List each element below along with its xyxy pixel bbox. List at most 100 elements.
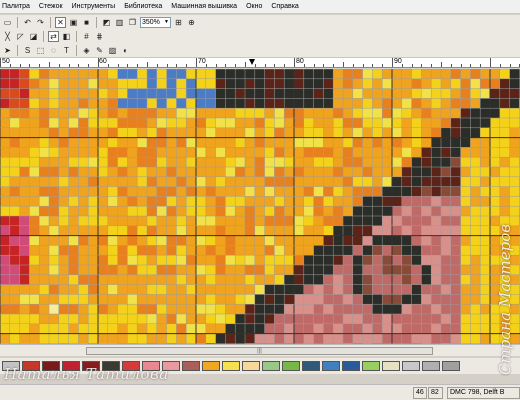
stitch-cell[interactable]	[49, 88, 59, 99]
stitch-cell[interactable]	[411, 284, 422, 295]
stitch-cell[interactable]	[245, 69, 255, 79]
stitch-cell[interactable]	[313, 167, 324, 177]
stitch-cell[interactable]	[254, 216, 265, 226]
stitch-cell[interactable]	[186, 216, 196, 226]
stitch-cell[interactable]	[147, 118, 157, 128]
stitch-cell[interactable]	[205, 98, 216, 109]
stitch-cell[interactable]	[294, 186, 304, 197]
stitch-cell[interactable]	[58, 98, 69, 109]
stitch-cell[interactable]	[9, 323, 20, 334]
stitch-cell[interactable]	[225, 108, 236, 118]
stitch-cell[interactable]	[509, 78, 520, 89]
stitch-cell[interactable]	[480, 323, 490, 334]
stitch-cell[interactable]	[470, 304, 481, 314]
stitch-cell[interactable]	[107, 216, 118, 226]
stitch-cell[interactable]	[254, 137, 265, 148]
stitch-cell[interactable]	[19, 255, 30, 265]
stitch-cell[interactable]	[19, 69, 30, 79]
stitch-cell[interactable]	[352, 176, 363, 187]
stitch-cell[interactable]	[166, 137, 177, 148]
stitch-cell[interactable]	[205, 265, 216, 275]
stitch-cell[interactable]	[313, 196, 324, 207]
stitch-cell[interactable]	[421, 98, 432, 109]
stitch-cell[interactable]	[186, 88, 196, 99]
stitch-cell[interactable]	[127, 69, 138, 79]
stitch-cell[interactable]	[352, 225, 363, 236]
stitch-cell[interactable]	[294, 333, 304, 344]
stitch-cell[interactable]	[225, 167, 236, 177]
stitch-cell[interactable]	[225, 157, 236, 167]
stitch-cell[interactable]	[0, 147, 10, 158]
stitch-cell[interactable]	[421, 137, 432, 148]
stitch-cell[interactable]	[58, 314, 69, 324]
stitch-cell[interactable]	[411, 323, 422, 334]
stitch-cell[interactable]	[401, 323, 412, 334]
half-stitch-icon[interactable]: ◩	[101, 17, 112, 28]
stitch-cell[interactable]	[254, 294, 265, 305]
stitch-cell[interactable]	[9, 304, 20, 314]
stitch-cell[interactable]	[284, 98, 294, 109]
stitch-cell[interactable]	[450, 69, 461, 79]
stitch-cell[interactable]	[382, 235, 392, 246]
stitch-cell[interactable]	[107, 333, 118, 344]
color-swap-icon[interactable]: ⇄	[48, 30, 59, 42]
stitch-cell[interactable]	[333, 196, 343, 207]
stitch-cell[interactable]	[137, 284, 147, 295]
stitch-cell[interactable]	[450, 167, 461, 177]
stitch-cell[interactable]	[186, 186, 196, 197]
stitch-cell[interactable]	[0, 127, 10, 138]
stitch-cell[interactable]	[58, 147, 69, 158]
stitch-cell[interactable]	[294, 274, 304, 285]
stitch-cell[interactable]	[431, 294, 441, 305]
stitch-cell[interactable]	[294, 245, 304, 256]
stitch-cell[interactable]	[58, 216, 69, 226]
stitch-cell[interactable]	[441, 323, 451, 334]
stitch-cell[interactable]	[254, 88, 265, 99]
stitch-cell[interactable]	[19, 157, 30, 167]
stitch-cell[interactable]	[225, 186, 236, 197]
stitch-cell[interactable]	[49, 78, 59, 89]
stitch-cell[interactable]	[392, 255, 402, 265]
stitch-cell[interactable]	[264, 147, 275, 158]
stitch-cell[interactable]	[107, 255, 118, 265]
stitch-cell[interactable]	[284, 167, 294, 177]
stitch-cell[interactable]	[382, 118, 392, 128]
stitch-cell[interactable]	[166, 274, 177, 285]
stitch-cell[interactable]	[39, 225, 49, 236]
stitch-cell[interactable]	[254, 186, 265, 197]
stitch-cell[interactable]	[480, 206, 490, 216]
stitch-cell[interactable]	[245, 304, 255, 314]
stitch-cell[interactable]	[303, 98, 314, 109]
stitch-cell[interactable]	[127, 176, 138, 187]
stitch-cell[interactable]	[0, 216, 10, 226]
stitch-cell[interactable]	[186, 157, 196, 167]
stitch-cell[interactable]	[176, 88, 187, 99]
stitch-cell[interactable]	[166, 294, 177, 305]
stitch-cell[interactable]	[460, 206, 471, 216]
stitch-cell[interactable]	[421, 245, 432, 256]
stitch-cell[interactable]	[333, 69, 343, 79]
stitch-cell[interactable]	[470, 78, 481, 89]
stitch-cell[interactable]	[274, 108, 285, 118]
stitch-cell[interactable]	[490, 118, 500, 128]
stitch-cell[interactable]	[225, 255, 236, 265]
stitch-cell[interactable]	[450, 196, 461, 207]
stitch-cell[interactable]	[9, 255, 20, 265]
stitch-cell[interactable]	[137, 216, 147, 226]
stitch-cell[interactable]	[382, 98, 392, 109]
stitch-cell[interactable]	[29, 333, 40, 344]
stitch-cell[interactable]	[225, 235, 236, 246]
stitch-cell[interactable]	[235, 118, 245, 128]
stitch-cell[interactable]	[441, 274, 451, 285]
stitch-cell[interactable]	[352, 323, 363, 334]
stitch-cell[interactable]	[156, 245, 167, 256]
stitch-cell[interactable]	[166, 118, 177, 128]
stitch-cell[interactable]	[196, 274, 206, 285]
stitch-cell[interactable]	[411, 137, 422, 148]
grid-icon[interactable]: #	[81, 31, 92, 42]
stitch-cell[interactable]	[98, 225, 108, 236]
stitch-cell[interactable]	[127, 78, 138, 89]
stitch-cell[interactable]	[323, 78, 334, 89]
stitch-cell[interactable]	[245, 88, 255, 99]
stitch-cell[interactable]	[78, 284, 89, 295]
